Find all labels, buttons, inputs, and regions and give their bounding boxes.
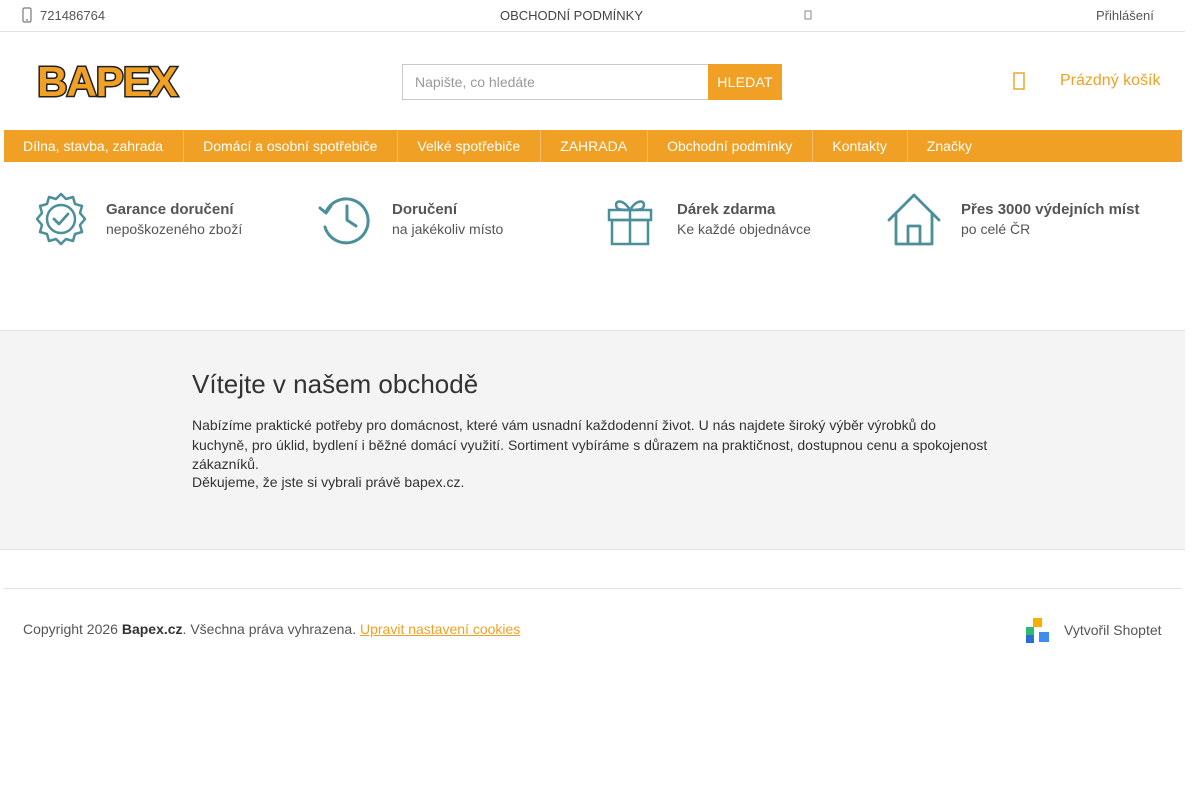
benefit-delivery-guarantee: Garance doručení nepoškozeného zboží (32, 190, 242, 248)
clock-icon (318, 197, 370, 245)
benefits-strip: Garance doručení nepoškozeného zboží Dor… (32, 190, 1172, 250)
search-button[interactable]: HLEDAT (708, 64, 782, 100)
benefit-delivery: Doručení na jakékoliv místo (316, 190, 503, 248)
benefit-subtitle: Ke každé objednávce (677, 220, 811, 237)
benefit-free-gift: Dárek zdarma Ke každé objednávce (601, 190, 811, 248)
nav-item-obchodni-podminky[interactable]: Obchodní podmínky (648, 130, 814, 162)
footer-divider (4, 588, 1182, 589)
shoptet-credit-label[interactable]: Vytvořil Shoptet (1064, 622, 1162, 638)
chevron-down-icon[interactable] (804, 10, 812, 20)
gift-icon (607, 200, 653, 246)
phone-icon (22, 7, 32, 23)
benefit-title: Dárek zdarma (677, 200, 776, 218)
house-icon (887, 193, 941, 246)
welcome-section: Vítejte v našem obchodě Nabízíme praktic… (0, 330, 1185, 550)
search-input[interactable] (402, 64, 708, 100)
cart[interactable]: Prázdný košík (1012, 70, 1160, 92)
copyright-brand: Bapex.cz (121, 621, 183, 637)
nav-item-dilna[interactable]: Dílna, stavba, zahrada (4, 130, 185, 162)
shoptet-logo-icon (1026, 618, 1049, 643)
copyright: Copyright 2026 Bapex.cz. Všechna práva v… (23, 621, 520, 637)
copyright-prefix: Copyright 2026 (23, 621, 122, 637)
phone-contact[interactable]: 721486764 (22, 7, 105, 23)
welcome-thanks: Děkujeme, že jste si vybrali právě bapex… (192, 474, 465, 490)
top-bar: 721486764 OBCHODNÍ PODMÍNKY Přihlášení (0, 0, 1185, 32)
nav-item-velke-spotrebice[interactable]: Velké spotřebiče (398, 130, 542, 162)
benefit-title: Garance doručení (106, 200, 234, 218)
copyright-rights: . Všechna práva vyhrazena. (182, 621, 360, 637)
cookies-settings-link[interactable]: Upravit nastavení cookies (360, 621, 520, 637)
benefit-subtitle: nepoškozeného zboží (106, 220, 243, 237)
benefit-subtitle: na jakékoliv místo (392, 220, 504, 237)
benefit-pickup-points: Přes 3000 výdejních míst po celé ČR (885, 190, 1139, 248)
search-form: HLEDAT (402, 64, 782, 100)
shoptet-credit[interactable]: Vytvořil Shoptet (1024, 617, 1162, 643)
welcome-title: Vítejte v našem obchodě (192, 369, 479, 399)
cart-icon (1013, 72, 1025, 90)
benefit-title: Doručení (392, 200, 458, 218)
benefit-title: Přes 3000 výdejních míst (961, 200, 1140, 218)
badge-check-icon (35, 192, 87, 246)
main-navigation: Dílna, stavba, zahrada Domácí a osobní s… (4, 130, 1182, 162)
terms-link[interactable]: OBCHODNÍ PODMÍNKY (500, 8, 643, 23)
login-link[interactable]: Přihlášení (1096, 8, 1154, 23)
logo-text: BAPEX (37, 58, 178, 104)
nav-item-znacky[interactable]: Značky (908, 130, 992, 162)
welcome-paragraph: Nabízíme praktické potřeby pro domácnost… (192, 417, 988, 472)
nav-item-domaci-spotrebice[interactable]: Domácí a osobní spotřebiče (184, 130, 399, 162)
benefit-subtitle: po celé ČR (961, 220, 1031, 237)
nav-item-kontakty[interactable]: Kontakty (813, 130, 908, 162)
phone-number[interactable]: 721486764 (40, 8, 105, 23)
site-logo[interactable]: BAPEX (32, 58, 182, 104)
cart-label[interactable]: Prázdný košík (1060, 72, 1160, 90)
nav-item-zahrada[interactable]: ZAHRADA (541, 130, 649, 162)
